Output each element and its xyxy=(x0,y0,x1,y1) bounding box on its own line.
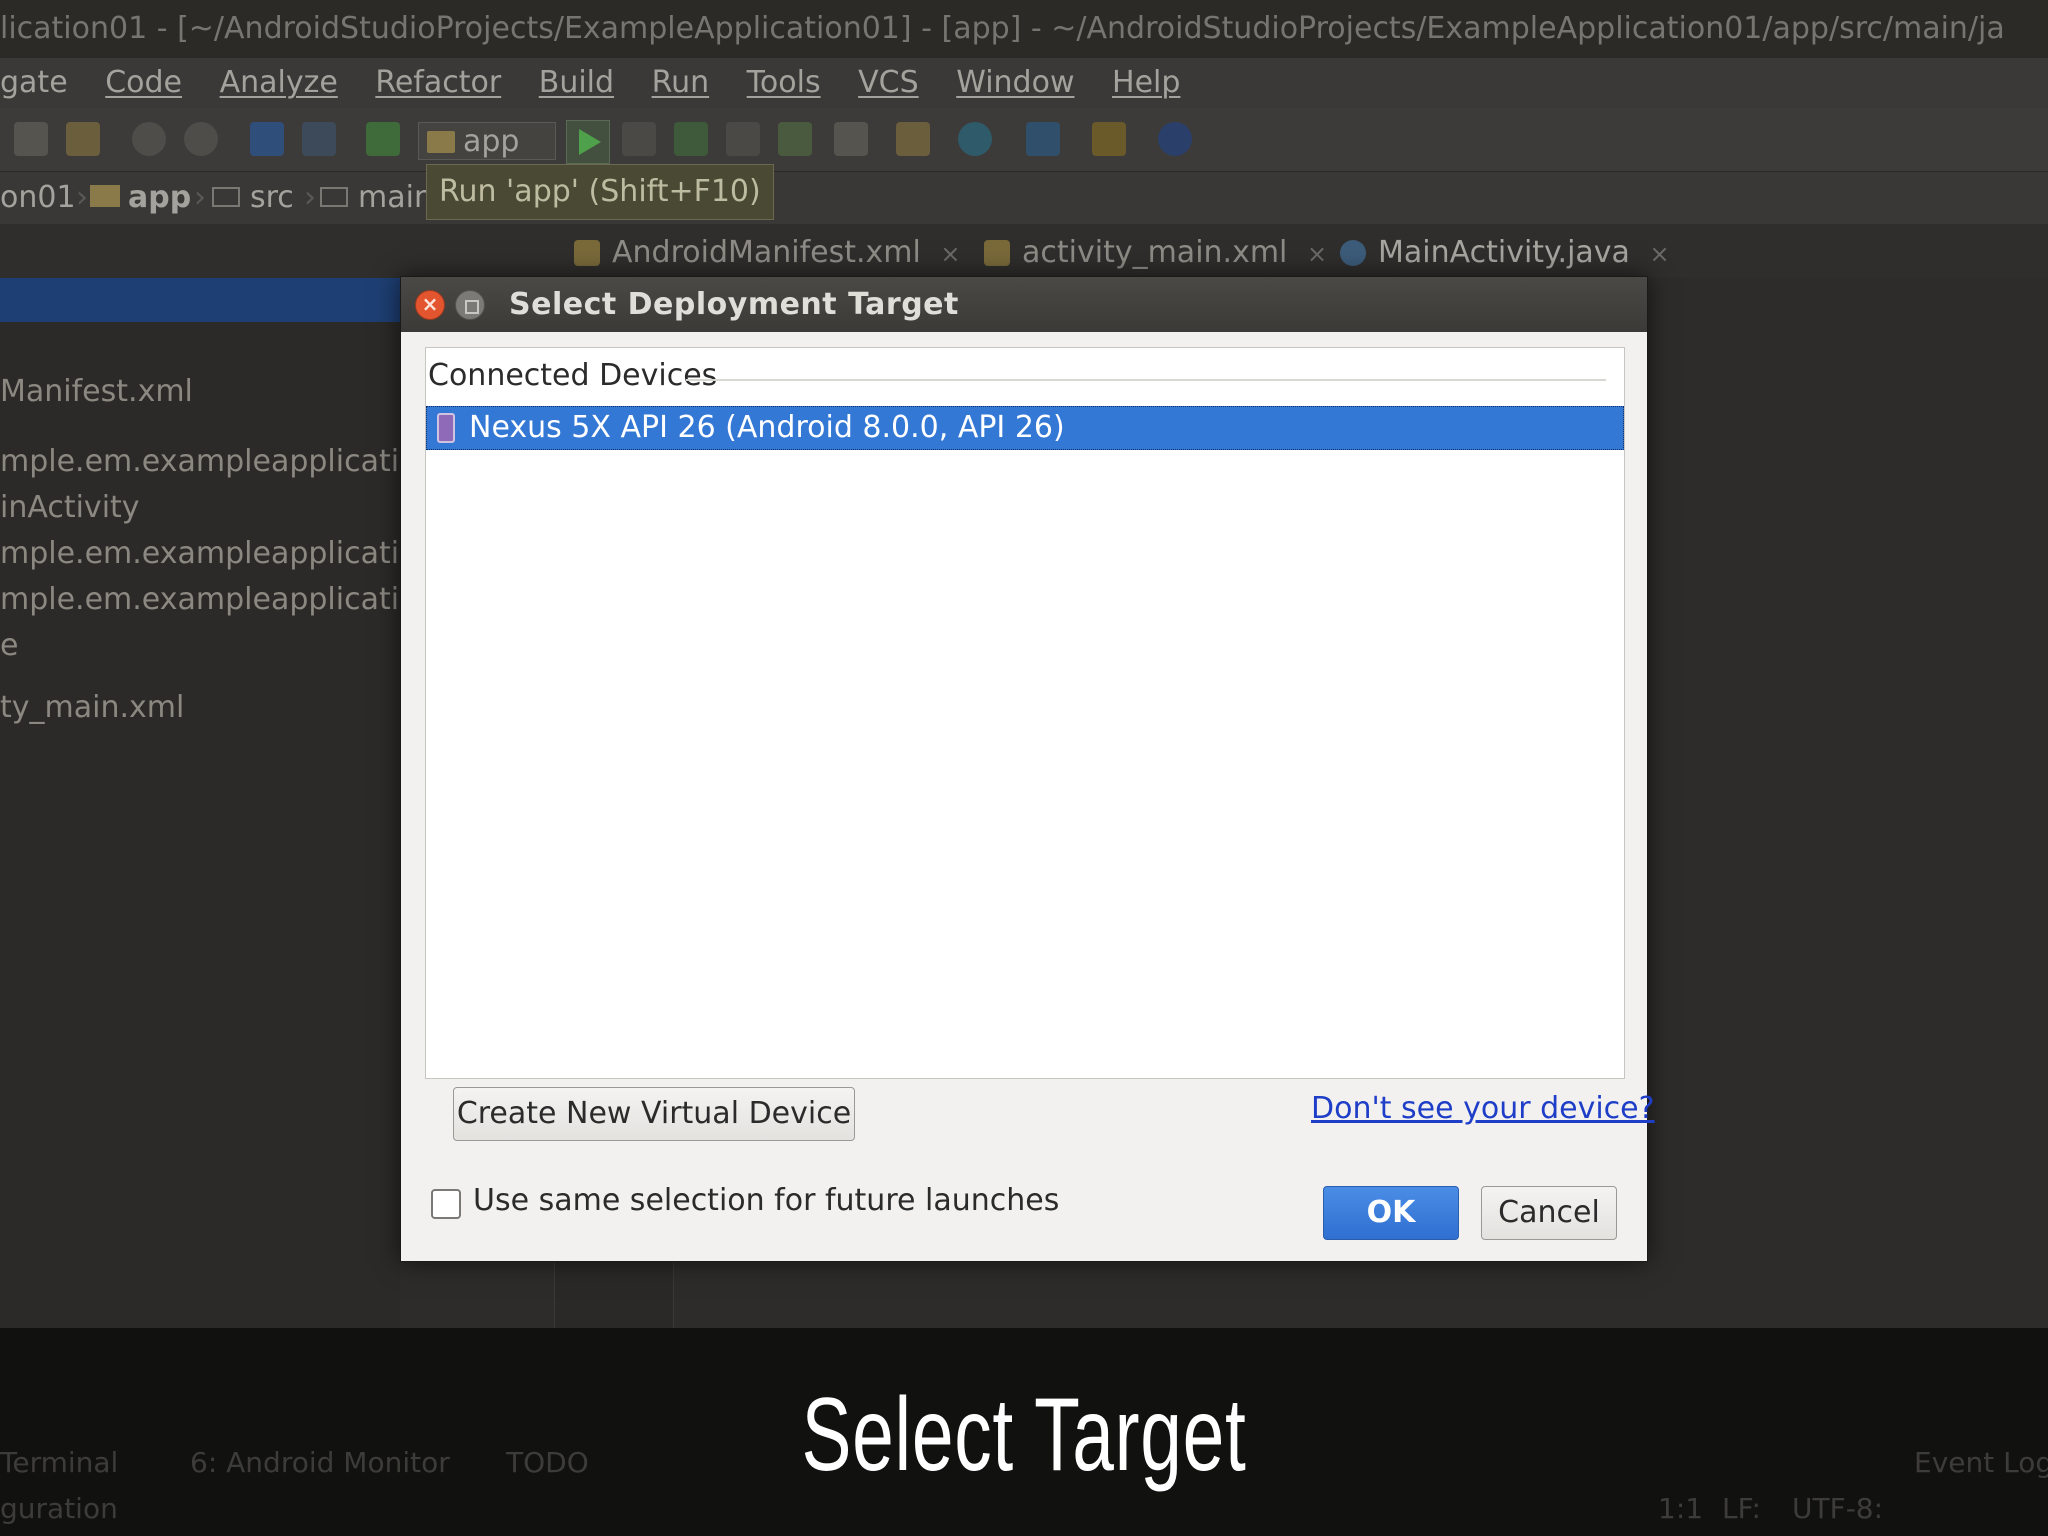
tab-label: AndroidManifest.xml xyxy=(612,235,921,270)
project-structure-icon[interactable] xyxy=(1026,122,1060,156)
project-tree-panel: Manifest.xml mple.em.exampleapplicatio i… xyxy=(0,278,417,1328)
menu-bar: gate Code Analyze Refactor Build Run Too… xyxy=(0,58,2048,108)
find-icon[interactable] xyxy=(132,122,166,156)
run-configuration-label: app xyxy=(463,124,520,159)
device-list: Connected Devices Nexus 5X API 26 (Andro… xyxy=(425,347,1625,1079)
section-divider xyxy=(686,379,1606,381)
menu-run[interactable]: Run xyxy=(652,58,710,108)
paste-icon[interactable] xyxy=(66,122,100,156)
xml-file-icon xyxy=(574,240,600,266)
file-encoding[interactable]: UTF-8: xyxy=(1792,1492,1883,1525)
line-separator[interactable]: LF: xyxy=(1722,1492,1761,1525)
tree-item[interactable]: ty_main.xml xyxy=(0,690,184,725)
menu-help[interactable]: Help xyxy=(1112,58,1180,108)
menu-code[interactable]: Code xyxy=(105,58,182,108)
close-tab-icon[interactable]: × xyxy=(940,240,960,268)
dialog-title-bar: × Select Deployment Target xyxy=(401,277,1647,332)
sdk-manager-icon[interactable] xyxy=(1092,122,1126,156)
use-same-selection-checkbox[interactable] xyxy=(431,1189,461,1219)
attach-debugger-icon[interactable] xyxy=(778,122,812,156)
breadcrumb-src[interactable]: src xyxy=(212,172,294,224)
project-tree-selection xyxy=(0,278,400,322)
tree-item[interactable]: mple.em.exampleapplicatio xyxy=(0,582,417,617)
run-configuration-dropdown[interactable]: app xyxy=(418,122,556,160)
tab-label: MainActivity.java xyxy=(1378,235,1630,270)
window-title-bar: lication01 - [~/AndroidStudioProjects/Ex… xyxy=(0,0,2048,58)
menu-tools[interactable]: Tools xyxy=(747,58,821,108)
device-row-selected[interactable]: Nexus 5X API 26 (Android 8.0.0, API 26) xyxy=(426,406,1624,450)
caret-position[interactable]: 1:1 xyxy=(1658,1492,1703,1525)
dont-see-device-link[interactable]: Don't see your device? xyxy=(1311,1091,1655,1126)
slide-caption: Select Target xyxy=(801,1377,1247,1493)
close-tab-icon[interactable]: × xyxy=(1649,240,1669,268)
menu-analyze[interactable]: Analyze xyxy=(220,58,338,108)
close-window-icon[interactable]: × xyxy=(415,290,445,320)
ok-button[interactable]: OK xyxy=(1323,1186,1459,1240)
tree-item[interactable]: Manifest.xml xyxy=(0,374,193,409)
select-deployment-target-dialog: × Select Deployment Target Connected Dev… xyxy=(400,276,1655,1262)
folder-icon xyxy=(320,187,348,207)
menu-navigate[interactable]: gate xyxy=(0,58,68,108)
event-log-tool-button[interactable]: Event Log xyxy=(1914,1446,2048,1479)
tree-item[interactable]: e xyxy=(0,628,18,663)
maximize-window-icon[interactable] xyxy=(455,290,485,320)
forward-arrow-icon[interactable] xyxy=(302,122,336,156)
menu-build[interactable]: Build xyxy=(539,58,614,108)
tree-item[interactable]: mple.em.exampleapplicatio xyxy=(0,444,417,479)
java-class-icon xyxy=(1340,240,1366,266)
tab-mainactivity[interactable]: MainActivity.java × xyxy=(1334,228,1670,278)
help-icon[interactable] xyxy=(1158,122,1192,156)
chevron-right-icon: › xyxy=(194,180,206,215)
menu-refactor[interactable]: Refactor xyxy=(375,58,501,108)
dialog-title: Select Deployment Target xyxy=(509,287,959,322)
terminal-tool-button[interactable]: Terminal xyxy=(0,1446,118,1479)
profile-icon[interactable] xyxy=(726,122,760,156)
tree-item[interactable]: inActivity xyxy=(0,490,140,525)
device-name: Nexus 5X API 26 (Android 8.0.0, API 26) xyxy=(469,410,1065,445)
avd-manager-icon[interactable] xyxy=(896,122,930,156)
breadcrumb-app[interactable]: app xyxy=(90,172,191,224)
menu-vcs[interactable]: VCS xyxy=(858,58,919,108)
tab-label: activity_main.xml xyxy=(1022,235,1288,270)
breadcrumb-main[interactable]: main xyxy=(320,172,433,224)
folder-icon xyxy=(212,187,240,207)
back-arrow-icon[interactable] xyxy=(250,122,284,156)
debug-icon[interactable] xyxy=(674,122,708,156)
phone-icon xyxy=(437,413,455,443)
tab-activity-main[interactable]: activity_main.xml × xyxy=(978,228,1327,278)
run-tooltip: Run 'app' (Shift+F10) xyxy=(426,164,774,220)
module-folder-icon xyxy=(90,185,120,207)
editor-tabs-bar: AndroidManifest.xml × activity_main.xml … xyxy=(0,224,2048,278)
cancel-button[interactable]: Cancel xyxy=(1481,1186,1617,1240)
apply-changes-icon[interactable] xyxy=(622,122,656,156)
copy-icon[interactable] xyxy=(14,122,48,156)
window-title: lication01 - [~/AndroidStudioProjects/Ex… xyxy=(0,11,2005,46)
tab-androidmanifest[interactable]: AndroidManifest.xml × xyxy=(568,228,961,278)
chevron-right-icon: › xyxy=(76,180,88,215)
chevron-right-icon: › xyxy=(304,180,316,215)
use-same-selection-label[interactable]: Use same selection for future launches xyxy=(473,1183,1059,1218)
main-toolbar: app xyxy=(0,108,2048,172)
run-icon[interactable] xyxy=(566,120,610,164)
close-tab-icon[interactable]: × xyxy=(1307,240,1327,268)
connected-devices-label: Connected Devices xyxy=(428,358,718,393)
make-project-hammer-icon[interactable] xyxy=(366,122,400,156)
navigation-breadcrumb: on01 › app › src › main xyxy=(0,172,2048,224)
breadcrumb-project[interactable]: on01 xyxy=(0,172,76,224)
stop-icon[interactable] xyxy=(834,122,868,156)
tree-item[interactable]: mple.em.exampleapplicatio xyxy=(0,536,417,571)
replace-icon[interactable] xyxy=(184,122,218,156)
create-new-virtual-device-button[interactable]: Create New Virtual Device xyxy=(453,1087,855,1141)
menu-window[interactable]: Window xyxy=(956,58,1074,108)
module-folder-icon xyxy=(427,131,455,153)
sync-gradle-icon[interactable] xyxy=(958,122,992,156)
status-message: guration xyxy=(0,1492,118,1525)
layout-file-icon xyxy=(984,240,1010,266)
